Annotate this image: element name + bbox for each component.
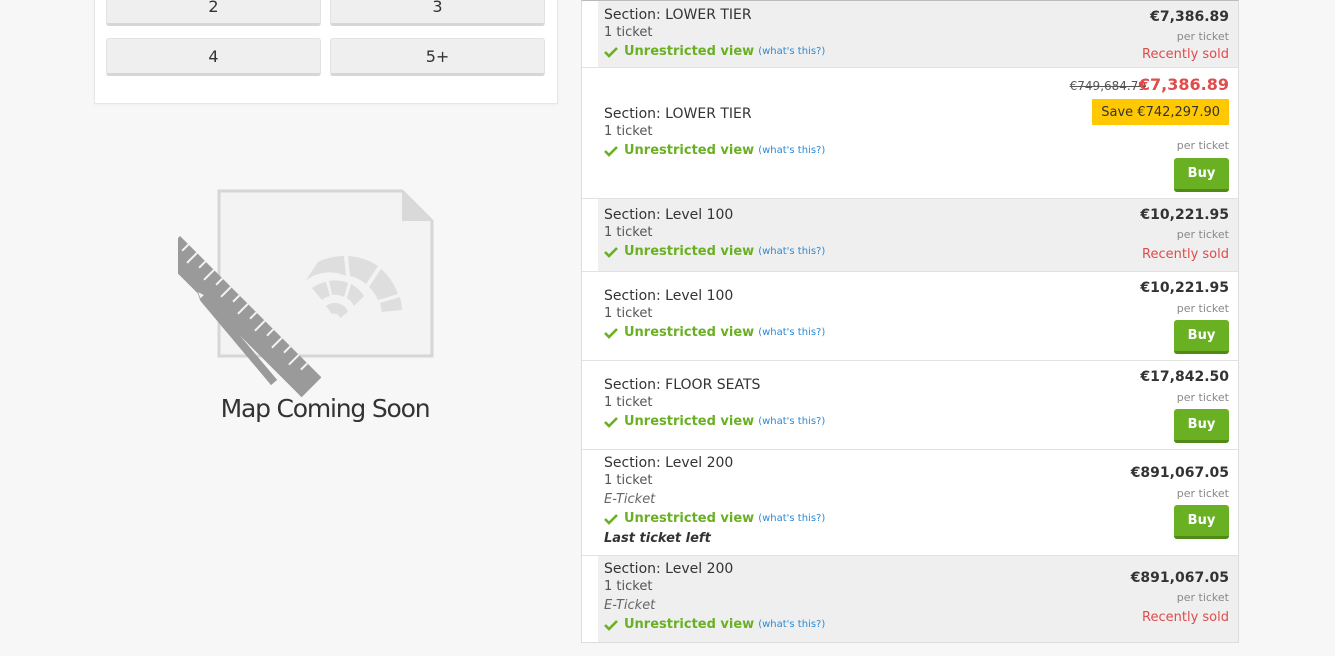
- view-info: Unrestricted view (what's this?): [604, 44, 825, 59]
- whats-this-link[interactable]: (what's this?): [758, 46, 825, 57]
- ticket-type: E-Ticket: [604, 492, 656, 507]
- checkmark-icon: [604, 619, 618, 631]
- buy-button[interactable]: Buy: [1174, 409, 1229, 443]
- section-name: Section: LOWER TIER: [604, 7, 752, 23]
- view-label: Unrestricted view: [624, 414, 755, 429]
- view-info: Unrestricted view (what's this?): [604, 617, 825, 632]
- view-info: Unrestricted view (what's this?): [604, 414, 825, 429]
- ticket-price: €7,386.89: [1138, 75, 1229, 94]
- buy-button[interactable]: Buy: [1174, 505, 1229, 539]
- listing-row: Section: Level 200 1 ticket E-Ticket Unr…: [582, 556, 1238, 642]
- whats-this-link[interactable]: (what's this?): [758, 327, 825, 338]
- listing-row: Section: Level 100 1 ticket Unrestricted…: [582, 199, 1238, 272]
- quantity-selector: 2 3 4 5+: [94, 0, 558, 104]
- view-info: Unrestricted view (what's this?): [604, 511, 825, 526]
- quantity-option-3[interactable]: 3: [330, 0, 545, 26]
- buy-button[interactable]: Buy: [1174, 320, 1229, 354]
- whats-this-link[interactable]: (what's this?): [758, 619, 825, 630]
- buy-button[interactable]: Buy: [1174, 158, 1229, 192]
- listing-row: Section: LOWER TIER 1 ticket Unrestricte…: [582, 1, 1238, 68]
- listing-row: Section: Level 100 1 ticket Unrestricted…: [582, 272, 1238, 361]
- quantity-option-2[interactable]: 2: [106, 0, 321, 26]
- ticket-count: 1 ticket: [604, 225, 653, 240]
- per-ticket-label: per ticket: [1176, 591, 1229, 604]
- ticket-count: 1 ticket: [604, 473, 653, 488]
- per-ticket-label: per ticket: [1176, 139, 1229, 152]
- ticket-listing: Section: LOWER TIER 1 ticket Unrestricte…: [581, 0, 1239, 643]
- quantity-option-4[interactable]: 4: [106, 38, 321, 76]
- section-name: Section: Level 200: [604, 455, 734, 471]
- whats-this-link[interactable]: (what's this?): [758, 145, 825, 156]
- view-info: Unrestricted view (what's this?): [604, 244, 825, 259]
- original-price: €749,684.79: [1069, 79, 1146, 93]
- checkmark-icon: [604, 416, 618, 428]
- ticket-price: €891,067.05: [1130, 465, 1229, 481]
- section-name: Section: FLOOR SEATS: [604, 377, 761, 393]
- recently-sold-label: Recently sold: [1142, 47, 1229, 62]
- view-label: Unrestricted view: [624, 325, 755, 340]
- recently-sold-label: Recently sold: [1142, 610, 1229, 625]
- view-label: Unrestricted view: [624, 143, 755, 158]
- view-info: Unrestricted view (what's this?): [604, 325, 825, 340]
- listing-row: Section: FLOOR SEATS 1 ticket Unrestrict…: [582, 361, 1238, 450]
- ticket-count: 1 ticket: [604, 395, 653, 410]
- section-name: Section: Level 100: [604, 288, 734, 304]
- ticket-price: €10,221.95: [1140, 280, 1229, 296]
- ticket-count: 1 ticket: [604, 579, 653, 594]
- per-ticket-label: per ticket: [1176, 391, 1229, 404]
- ticket-price: €10,221.95: [1140, 207, 1229, 223]
- recently-sold-label: Recently sold: [1142, 247, 1229, 262]
- checkmark-icon: [604, 327, 618, 339]
- per-ticket-label: per ticket: [1176, 228, 1229, 241]
- savings-badge: Save €742,297.90: [1092, 99, 1229, 125]
- whats-this-link[interactable]: (what's this?): [758, 416, 825, 427]
- view-label: Unrestricted view: [624, 617, 755, 632]
- listing-row: Section: Level 200 1 ticket E-Ticket Unr…: [582, 450, 1238, 556]
- per-ticket-label: per ticket: [1176, 302, 1229, 315]
- map-placeholder-icon: [160, 188, 438, 398]
- checkmark-icon: [604, 46, 618, 58]
- ticket-count: 1 ticket: [604, 25, 653, 40]
- checkmark-icon: [604, 246, 618, 258]
- ticket-price: €7,386.89: [1150, 9, 1229, 25]
- ticket-count: 1 ticket: [604, 306, 653, 321]
- view-label: Unrestricted view: [624, 244, 755, 259]
- map-coming-soon-title: Map Coming Soon: [220, 394, 431, 423]
- whats-this-link[interactable]: (what's this?): [758, 246, 825, 257]
- ticket-price: €891,067.05: [1130, 570, 1229, 586]
- view-label: Unrestricted view: [624, 44, 755, 59]
- view-info: Unrestricted view (what's this?): [604, 143, 825, 158]
- quantity-option-5-plus[interactable]: 5+: [330, 38, 545, 76]
- per-ticket-label: per ticket: [1176, 487, 1229, 500]
- whats-this-link[interactable]: (what's this?): [758, 513, 825, 524]
- checkmark-icon: [604, 145, 618, 157]
- per-ticket-label: per ticket: [1176, 30, 1229, 43]
- listing-row: Section: LOWER TIER 1 ticket Unrestricte…: [582, 68, 1238, 199]
- section-name: Section: Level 200: [604, 561, 734, 577]
- section-name: Section: Level 100: [604, 207, 734, 223]
- section-name: Section: LOWER TIER: [604, 106, 752, 122]
- checkmark-icon: [604, 513, 618, 525]
- last-ticket-note: Last ticket left: [604, 531, 711, 546]
- view-label: Unrestricted view: [624, 511, 755, 526]
- ticket-count: 1 ticket: [604, 124, 653, 139]
- ticket-type: E-Ticket: [604, 598, 656, 613]
- ticket-price: €17,842.50: [1140, 369, 1229, 385]
